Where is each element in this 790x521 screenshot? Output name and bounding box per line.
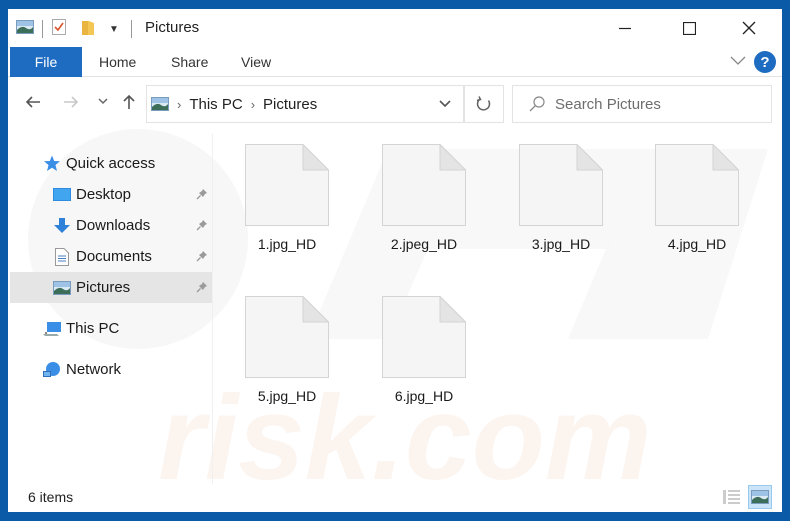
minimize-icon <box>619 27 631 30</box>
arrow-up-icon <box>123 94 135 109</box>
recent-locations-button[interactable] <box>92 91 114 113</box>
properties-icon[interactable] <box>51 18 67 41</box>
file-name: 2.jpeg_HD <box>390 236 458 252</box>
nav-label: This PC <box>66 320 120 337</box>
tab-file[interactable]: File <box>10 47 82 77</box>
desktop-icon <box>52 186 72 204</box>
nav-label: Desktop <box>76 186 132 203</box>
this-pc-icon <box>42 320 62 338</box>
up-button[interactable] <box>118 91 140 113</box>
nav-item-desktop[interactable]: Desktop <box>10 179 212 210</box>
downloads-icon <box>52 217 72 235</box>
pictures-app-icon <box>16 19 34 39</box>
file-name: 5.jpg_HD <box>257 388 317 404</box>
pin-icon[interactable] <box>196 280 208 297</box>
file-item[interactable]: 2.jpeg_HD <box>368 134 480 284</box>
nav-label: Quick access <box>66 155 156 172</box>
pin-icon[interactable] <box>196 218 208 235</box>
breadcrumb-chevron-icon[interactable]: › <box>177 97 181 112</box>
arrow-right-icon <box>64 96 79 108</box>
details-view-button[interactable] <box>720 485 744 509</box>
search-box[interactable] <box>512 85 772 123</box>
navigation-pane: Quick access Desktop Downloads Documents <box>8 141 212 481</box>
file-item[interactable]: 5.jpg_HD <box>231 286 343 436</box>
navigation-bar: › This PC › Pictures <box>8 79 782 125</box>
large-icons-view-icon <box>751 490 769 504</box>
breadcrumb-pictures[interactable]: Pictures <box>263 96 317 113</box>
blank-file-icon <box>245 296 329 378</box>
pictures-icon <box>52 279 72 297</box>
tab-view[interactable]: View <box>241 47 271 77</box>
chevron-down-icon <box>730 56 746 65</box>
item-count: 6 items <box>28 489 74 505</box>
blank-file-icon <box>382 144 466 226</box>
help-button[interactable]: ? <box>754 51 776 73</box>
network-icon <box>42 361 62 379</box>
forward-button[interactable] <box>60 91 82 113</box>
file-explorer-window: risk.com ▼ Pictures File Home Share View… <box>8 9 782 512</box>
file-item[interactable]: 6.jpg_HD <box>368 286 480 436</box>
file-item[interactable]: 1.jpg_HD <box>231 134 343 284</box>
search-icon <box>529 96 545 112</box>
file-list: 1.jpg_HD 2.jpeg_HD 3.jpg_HD 4.jpg_HD 5.j… <box>213 134 782 484</box>
minimize-button[interactable] <box>602 9 648 47</box>
documents-icon <box>52 247 72 266</box>
breadcrumb-this-pc[interactable]: This PC <box>189 96 242 113</box>
file-item[interactable]: 3.jpg_HD <box>505 134 617 284</box>
address-history-dropdown[interactable] <box>426 85 464 123</box>
breadcrumb-chevron-icon[interactable]: › <box>251 97 255 112</box>
large-icons-view-button[interactable] <box>748 485 772 509</box>
blank-file-icon <box>655 144 739 226</box>
back-button[interactable] <box>22 91 44 113</box>
file-item[interactable]: 4.jpg_HD <box>641 134 753 284</box>
tab-share[interactable]: Share <box>171 47 208 77</box>
maximize-icon <box>682 21 696 35</box>
close-button[interactable] <box>726 9 772 47</box>
new-folder-icon[interactable] <box>81 18 95 41</box>
chevron-down-icon <box>98 98 108 105</box>
file-name: 4.jpg_HD <box>667 236 727 252</box>
address-bar[interactable]: › This PC › Pictures <box>146 85 464 123</box>
nav-label: Downloads <box>76 217 151 234</box>
customize-toolbar-dropdown-icon[interactable]: ▼ <box>109 24 119 35</box>
details-view-icon <box>723 490 740 504</box>
nav-label: Documents <box>76 248 152 265</box>
separator <box>130 20 132 38</box>
file-name: 6.jpg_HD <box>394 388 454 404</box>
nav-label: Pictures <box>76 279 131 296</box>
search-input[interactable] <box>555 95 755 113</box>
nav-item-documents[interactable]: Documents <box>10 241 212 272</box>
pin-icon[interactable] <box>196 249 208 266</box>
separator <box>42 20 43 38</box>
file-name: 3.jpg_HD <box>531 236 591 252</box>
blank-file-icon <box>245 144 329 226</box>
pin-icon[interactable] <box>196 187 208 204</box>
expand-ribbon-button[interactable] <box>730 53 746 71</box>
chevron-down-icon <box>439 100 451 108</box>
blank-file-icon <box>382 296 466 378</box>
nav-item-downloads[interactable]: Downloads <box>10 210 212 241</box>
refresh-icon <box>476 96 491 111</box>
tab-home[interactable]: Home <box>99 47 136 77</box>
star-icon <box>42 155 62 173</box>
nav-label: Network <box>66 361 122 378</box>
file-name: 1.jpg_HD <box>257 236 317 252</box>
close-icon <box>742 21 756 35</box>
ribbon-tabs: File Home Share View ? <box>8 47 782 77</box>
arrow-left-icon <box>25 96 40 108</box>
status-bar: 6 items <box>8 485 782 512</box>
title-bar: ▼ Pictures <box>8 9 782 47</box>
window-title: Pictures <box>145 19 200 36</box>
maximize-button[interactable] <box>666 9 712 47</box>
pictures-location-icon <box>151 97 169 111</box>
nav-item-pictures[interactable]: Pictures <box>10 272 212 303</box>
quick-access-toolbar: ▼ <box>16 18 140 41</box>
blank-file-icon <box>519 144 603 226</box>
refresh-button[interactable] <box>464 85 504 123</box>
